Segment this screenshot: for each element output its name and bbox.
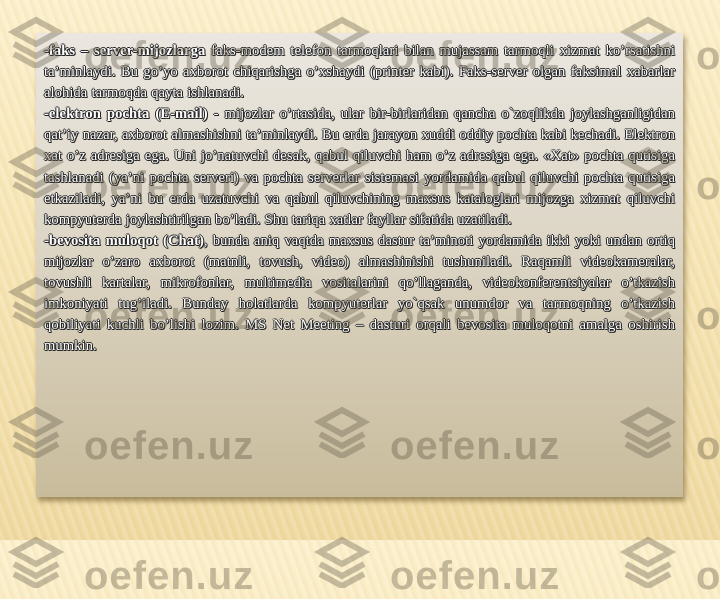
watermark-logo-icon — [619, 532, 677, 590]
paragraph-lead: -faks – server-mijozlarga — [44, 43, 206, 59]
watermark-text: oefen.uz — [696, 554, 720, 598]
paragraph-lead: -bevosita muloqot (Chat) — [44, 232, 204, 249]
watermark-text: oefen.uz — [696, 164, 720, 208]
paragraph-body: , bunda aniq vaqtda maxsus dastur ta’min… — [44, 232, 675, 355]
watermark-text: oefen.uz — [696, 294, 720, 338]
paragraph-email: -elektron pochta (E-mail) - mijozlar o’r… — [44, 104, 675, 231]
watermark-logo-icon — [313, 532, 371, 590]
paragraph-chat: -bevosita muloqot (Chat), bunda aniq vaq… — [44, 231, 675, 358]
watermark-logo-icon — [7, 532, 65, 590]
paragraph-body: - mijozlar o’rtasida, ular bir-birlarida… — [44, 106, 675, 228]
content-text-box: -faks – server-mijozlarga faks-modem tel… — [36, 33, 683, 497]
watermark-text: oefen.uz — [84, 554, 255, 598]
slide: -faks – server-mijozlarga faks-modem tel… — [0, 0, 720, 598]
paragraph-fax-server: -faks – server-mijozlarga faks-modem tel… — [44, 41, 675, 104]
watermark-text: oefen.uz — [390, 554, 561, 598]
watermark-text: oefen.uz — [696, 34, 720, 78]
paragraph-lead: -elektron pochta (E-mail) — [44, 106, 208, 123]
watermark-text: oefen.uz — [696, 424, 720, 468]
